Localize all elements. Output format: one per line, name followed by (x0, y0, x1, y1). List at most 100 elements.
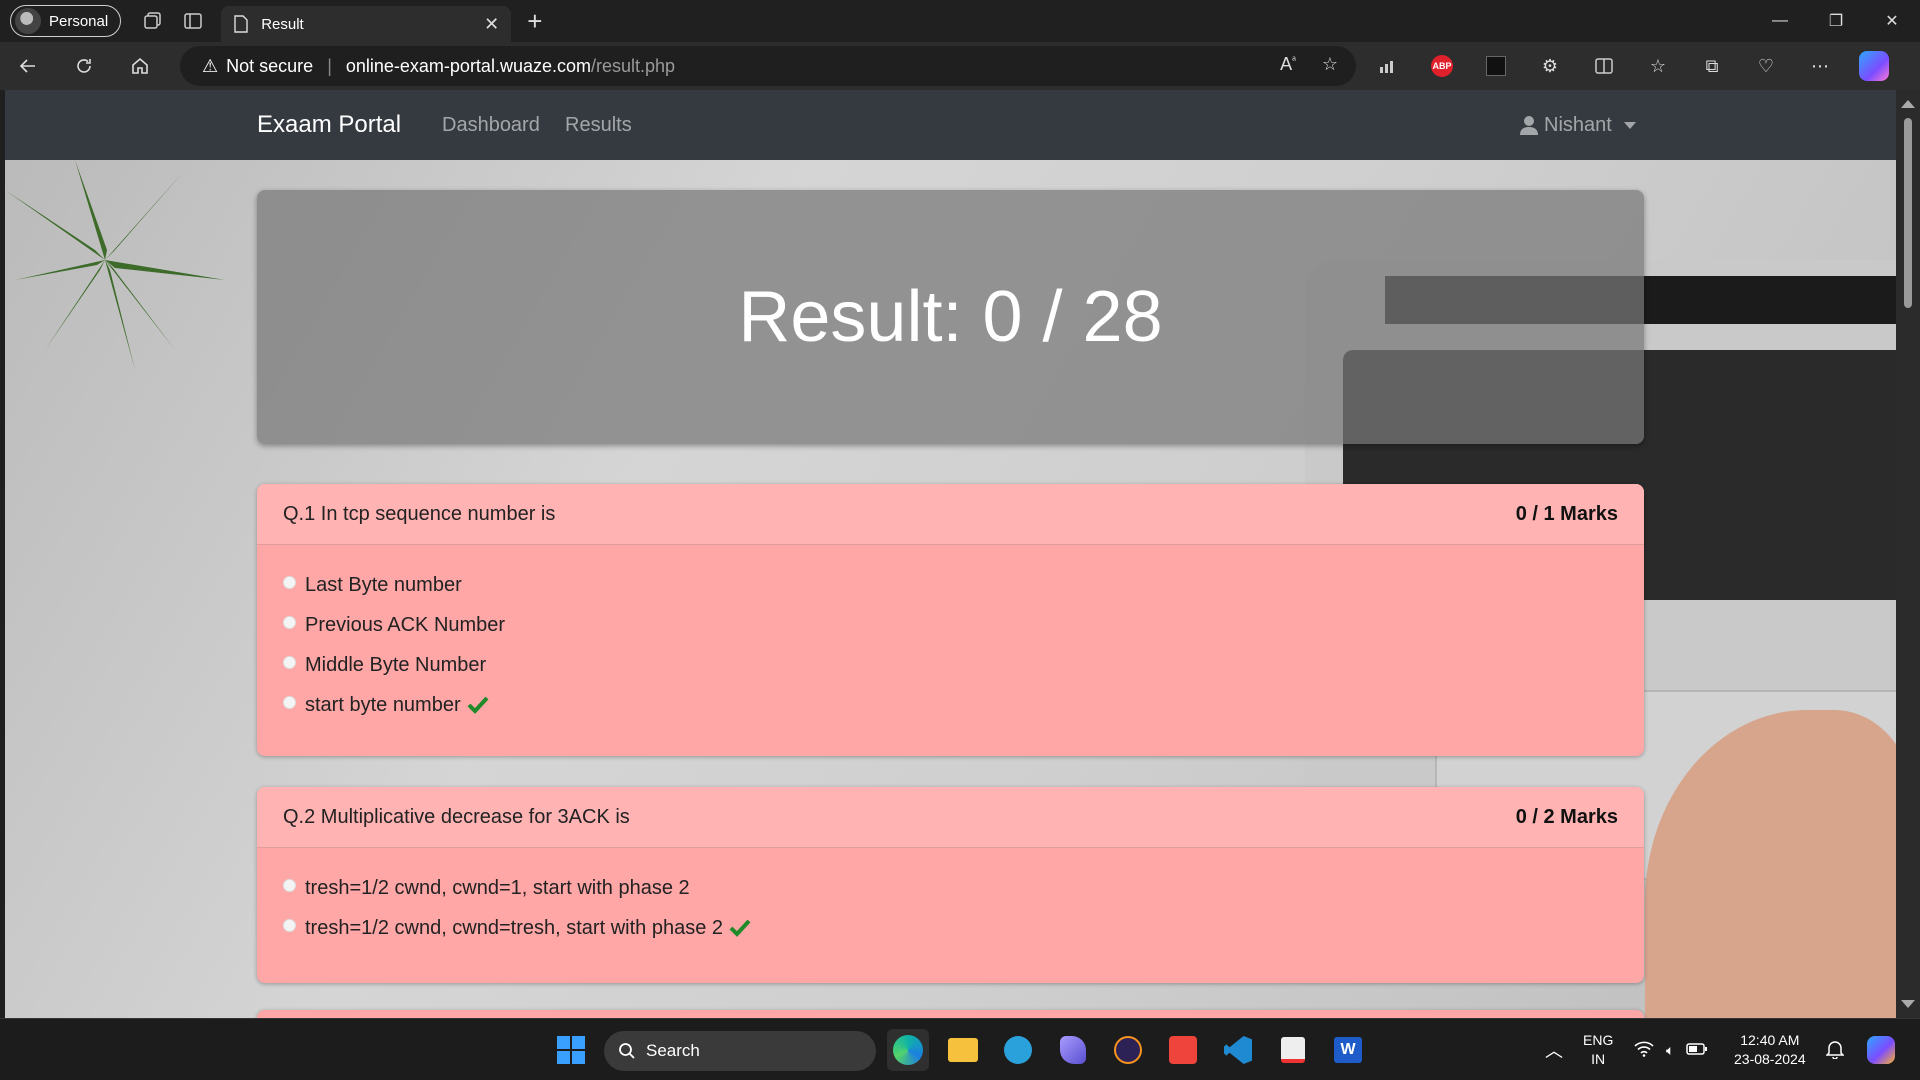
tab-title: Result (261, 15, 304, 33)
minimize-button[interactable]: — (1752, 0, 1808, 42)
new-tab-button[interactable]: + (527, 6, 542, 37)
system-tray[interactable]: 🔈︎ (1634, 1019, 1708, 1080)
telegram-icon[interactable] (997, 1029, 1039, 1071)
profile-button[interactable]: Personal (10, 5, 122, 37)
home-button[interactable] (112, 46, 168, 86)
question-title: Q.2 Multiplicative decrease for 3ACK is (283, 805, 630, 828)
user-name: Nishant (1544, 113, 1612, 136)
battery-icon (1686, 1042, 1708, 1059)
correct-check-icon (467, 696, 489, 714)
answer-option: Middle Byte Number (283, 645, 1618, 685)
anydesk-icon[interactable] (1162, 1029, 1204, 1071)
close-tab-icon[interactable]: ✕ (484, 14, 499, 35)
adblock-plus-icon[interactable]: ABP (1424, 48, 1460, 84)
copilot-icon[interactable] (1856, 48, 1892, 84)
url-path: /result.php (590, 55, 676, 76)
correct-check-icon (729, 919, 751, 937)
warning-icon[interactable]: ⚠ (202, 56, 218, 77)
app-icon-purple[interactable] (1052, 1029, 1094, 1071)
back-button[interactable] (0, 46, 56, 86)
result-summary: Result: 0 / 28 (257, 190, 1644, 444)
question-card-partial (257, 1010, 1644, 1018)
profile-avatar (15, 8, 41, 34)
favorite-star-icon[interactable]: ☆ (1322, 54, 1338, 75)
radio-indicator (283, 615, 296, 629)
question-title: Q.1 In tcp sequence number is (283, 502, 556, 525)
clock-date: 23-08-2024 (1734, 1051, 1806, 1067)
notification-bell-icon[interactable] (1825, 1039, 1845, 1064)
tab-result[interactable]: Result ✕ (221, 6, 512, 42)
answer-option: tresh=1/2 cwnd, cwnd=1, start with phase… (283, 868, 1618, 908)
close-window-button[interactable]: ✕ (1864, 0, 1920, 42)
page-scrollbar[interactable] (1896, 90, 1920, 1018)
windows-taskbar: Search W ︿ ENG IN 🔈︎ 12:40 AM 23-08-2024 (0, 1018, 1920, 1080)
answer-option: Previous ACK Number (283, 605, 1618, 645)
word-icon[interactable]: W (1327, 1029, 1369, 1071)
scrollbar-thumb[interactable] (1904, 118, 1912, 308)
nav-results-link[interactable]: Results (565, 114, 632, 137)
question-options: Last Byte number Previous ACK Number Mid… (257, 545, 1644, 725)
extension-dark-icon[interactable] (1478, 48, 1514, 84)
edge-taskbar-icon[interactable] (887, 1029, 929, 1071)
taskbar-search[interactable]: Search (604, 1031, 876, 1071)
address-divider: | (327, 55, 332, 76)
start-button[interactable] (550, 1029, 592, 1071)
chevron-up-icon[interactable]: ︿ (1545, 1037, 1563, 1063)
performance-icon[interactable] (1370, 48, 1406, 84)
workspaces-icon[interactable] (133, 1, 173, 41)
file-explorer-icon[interactable] (942, 1029, 984, 1071)
more-options-icon[interactable]: ⋯ (1802, 48, 1838, 84)
nav-dashboard-link[interactable]: Dashboard (442, 114, 540, 137)
option-label: tresh=1/2 cwnd, cwnd=1, start with phase… (305, 876, 690, 899)
taskbar-clock[interactable]: 12:40 AM 23-08-2024 (1734, 1031, 1806, 1069)
page-icon (234, 15, 248, 33)
radio-indicator (283, 655, 296, 669)
site-brand[interactable]: Exaam Portal (257, 111, 401, 139)
radio-indicator (283, 878, 296, 892)
extensions-puzzle-icon[interactable]: ⚙ (1532, 48, 1568, 84)
extensions-bar: ABP ⚙ ☆ ⧉ ♡ ⋯ (1370, 46, 1892, 86)
snipping-tool-icon[interactable] (1272, 1029, 1314, 1071)
search-icon (619, 1043, 635, 1059)
option-label: Last Byte number (305, 573, 462, 596)
question-card: Q.1 In tcp sequence number is 0 / 1 Mark… (257, 484, 1644, 756)
refresh-button[interactable] (56, 46, 112, 86)
answer-option: start byte number (283, 685, 1618, 725)
favorites-icon[interactable]: ☆ (1640, 48, 1676, 84)
site-navbar: Exaam Portal Dashboard Results Nishant (5, 90, 1896, 160)
answer-option: Last Byte number (283, 565, 1618, 605)
language-indicator[interactable]: ENG IN (1583, 1031, 1613, 1069)
question-header: Q.1 In tcp sequence number is 0 / 1 Mark… (257, 484, 1644, 545)
plant-background-image (5, 160, 225, 370)
option-label: Previous ACK Number (305, 613, 506, 636)
security-label[interactable]: Not secure (226, 56, 313, 77)
user-icon (1520, 116, 1538, 135)
windows-logo-icon (557, 1036, 585, 1064)
clock-time: 12:40 AM (1740, 1032, 1800, 1048)
question-marks: 0 / 1 Marks (1515, 502, 1618, 525)
restore-button[interactable]: ❐ (1808, 0, 1864, 42)
scroll-down-arrow[interactable] (1901, 1000, 1915, 1008)
profile-label: Personal (49, 12, 109, 30)
option-label: Middle Byte Number (305, 653, 487, 676)
radio-indicator (283, 575, 296, 589)
window-controls: — ❐ ✕ (1752, 0, 1920, 42)
scroll-up-arrow[interactable] (1901, 100, 1915, 108)
vscode-icon[interactable] (1217, 1029, 1259, 1071)
radio-indicator (283, 918, 296, 932)
wifi-icon (1634, 1041, 1654, 1060)
collections-icon[interactable]: ⧉ (1694, 48, 1730, 84)
address-bar[interactable]: ⚠ Not secure | online-exam-portal.wuaze.… (180, 46, 1356, 86)
eclipse-icon[interactable] (1107, 1029, 1149, 1071)
option-label: start byte number (305, 693, 461, 716)
tab-actions-icon[interactable] (173, 1, 213, 41)
language-code: ENG (1583, 1032, 1614, 1048)
volume-muted-icon: 🔈︎ (1666, 1041, 1675, 1058)
copilot-taskbar-icon[interactable] (1860, 1029, 1902, 1071)
option-label: tresh=1/2 cwnd, cwnd=tresh, start with p… (305, 916, 723, 939)
split-screen-icon[interactable] (1586, 48, 1622, 84)
browser-essentials-icon[interactable]: ♡ (1748, 48, 1784, 84)
user-dropdown[interactable]: Nishant (1520, 114, 1636, 137)
radio-indicator (283, 695, 296, 709)
read-aloud-icon[interactable]: Aᵃ (1280, 54, 1296, 75)
